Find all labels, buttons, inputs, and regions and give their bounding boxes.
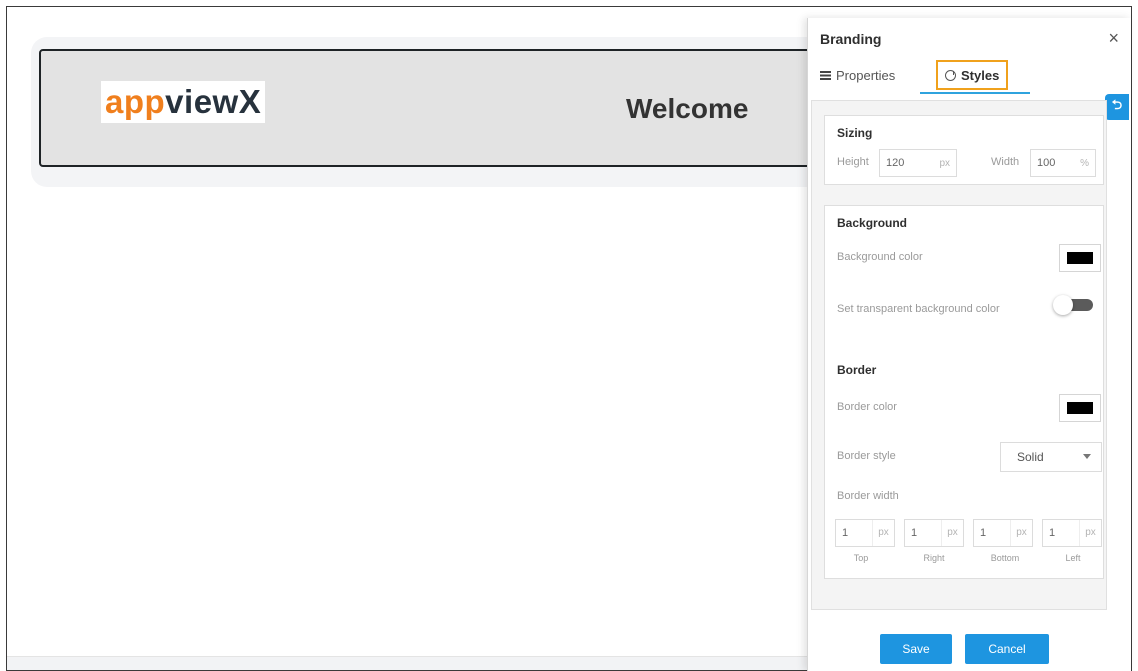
cancel-button[interactable]: Cancel: [965, 634, 1049, 664]
background-title: Background: [837, 216, 908, 230]
width-unit: %: [1080, 157, 1089, 169]
border-width-bottom-value: 1: [980, 527, 987, 539]
width-value: 100: [1037, 157, 1056, 169]
tab-styles-label: Styles: [961, 67, 1000, 83]
height-value: 120: [886, 157, 905, 169]
border-width-bottom-caption: Bottom: [990, 553, 1020, 563]
border-width-top-field[interactable]: 1 px: [835, 519, 895, 547]
background-color-swatch: [1067, 252, 1093, 264]
properties-icon: [820, 70, 831, 80]
undo-icon[interactable]: ⮌: [1105, 94, 1129, 120]
width-field[interactable]: 100 %: [1030, 149, 1096, 177]
border-width-right-field[interactable]: 1 px: [904, 519, 964, 547]
background-section: Background Background color Set transpar…: [824, 205, 1104, 579]
chevron-down-icon: [1083, 454, 1091, 459]
save-button[interactable]: Save: [880, 634, 952, 664]
border-width-top-value: 1: [842, 527, 849, 539]
panel-title: Branding: [820, 31, 882, 47]
background-color-picker[interactable]: [1059, 244, 1101, 272]
border-width-label: Border width: [837, 490, 899, 502]
border-width-right-caption: Right: [923, 553, 945, 563]
border-width-bottom-field[interactable]: 1 px: [973, 519, 1033, 547]
welcome-text: Welcome: [626, 93, 749, 124]
toggle-knob: [1053, 295, 1073, 315]
tab-properties-label: Properties: [836, 67, 896, 83]
border-style-label: Border style: [837, 450, 896, 462]
border-width-left-unit: px: [1079, 520, 1101, 546]
border-width-top-caption: Top: [853, 553, 869, 563]
close-icon[interactable]: ×: [1108, 28, 1119, 49]
transparent-bg-toggle[interactable]: [1053, 295, 1093, 315]
border-width-bottom-unit: px: [1010, 520, 1032, 546]
border-style-value: Solid: [1017, 450, 1044, 464]
border-width-right-unit: px: [941, 520, 963, 546]
styles-icon: [945, 69, 956, 81]
border-width-left-value: 1: [1049, 527, 1056, 539]
panel-tabs: Properties Styles: [808, 56, 1131, 94]
border-title: Border: [837, 363, 877, 377]
tab-styles[interactable]: Styles: [936, 60, 1009, 90]
branding-panel: Branding × Properties Styles ⮌ Sizing He…: [807, 18, 1131, 671]
border-style-select[interactable]: Solid: [1000, 442, 1102, 472]
width-label: Width: [991, 156, 1020, 168]
background-color-label: Background color: [837, 251, 923, 263]
tab-properties[interactable]: Properties: [820, 60, 895, 90]
border-width-left-field[interactable]: 1 px: [1042, 519, 1102, 547]
active-tab-indicator: [920, 92, 1030, 94]
height-field[interactable]: 120 px: [879, 149, 957, 177]
appviewx-logo: appviewX: [101, 81, 266, 123]
border-width-right-value: 1: [911, 527, 918, 539]
border-color-picker[interactable]: [1059, 394, 1101, 422]
height-unit: px: [939, 157, 950, 169]
border-color-label: Border color: [837, 401, 897, 413]
height-label: Height: [837, 156, 869, 168]
styles-scroll-area[interactable]: Sizing Height 120 px Width 100 % Backgro…: [811, 100, 1107, 610]
border-width-left-caption: Left: [1065, 553, 1081, 563]
sizing-title: Sizing: [837, 126, 873, 140]
transparent-bg-label: Set transparent background color: [837, 303, 1000, 315]
border-color-swatch: [1067, 402, 1093, 414]
border-width-top-unit: px: [872, 520, 894, 546]
sizing-section: Sizing Height 120 px Width 100 %: [824, 115, 1104, 185]
